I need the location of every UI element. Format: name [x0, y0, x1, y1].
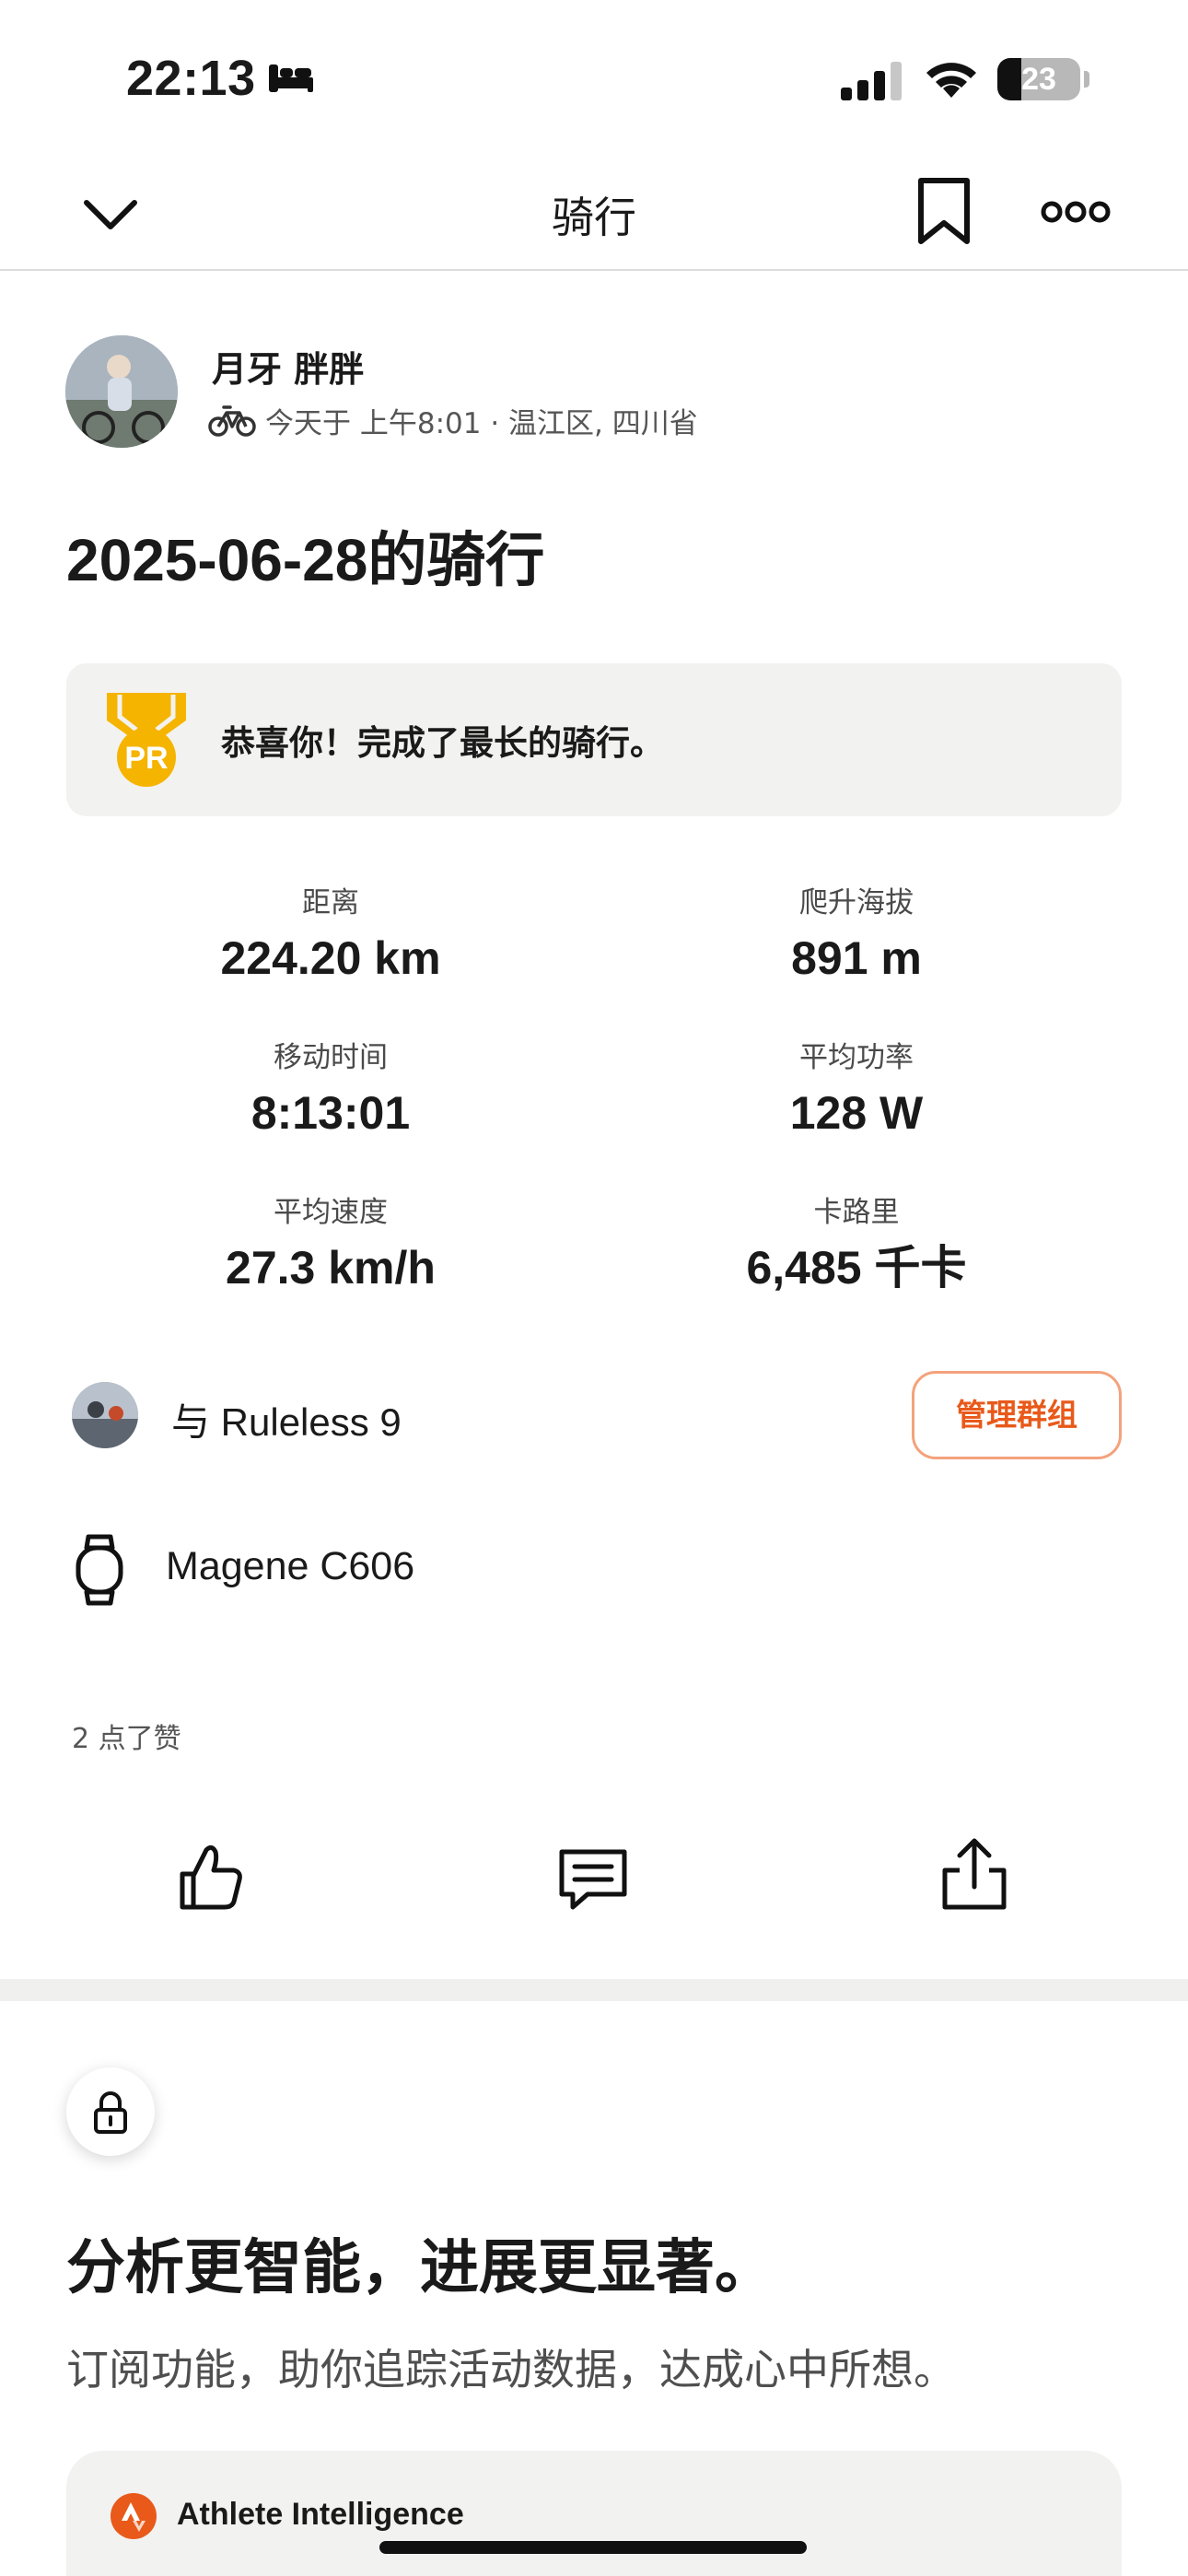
cellular-signal-icon [841, 62, 902, 100]
manage-group-button[interactable]: 管理群组 [912, 1371, 1122, 1459]
battery-level: 23 [1021, 62, 1056, 97]
group-photo [72, 1382, 138, 1448]
wifi-icon [926, 63, 976, 98]
watch-icon [76, 1534, 123, 1606]
stat-elevation: 爬升海拔 891 m [608, 883, 1105, 988]
avatar[interactable] [65, 335, 178, 448]
device-name[interactable]: Magene C606 [166, 1544, 414, 1589]
stat-value: 27.3 km/h [226, 1242, 436, 1294]
stat-value: 891 m [791, 932, 922, 984]
stat-value: 128 W [789, 1087, 924, 1139]
stat-label: 平均速度 [274, 1196, 388, 1229]
activity-title: 2025-06-28的骑行 [66, 527, 545, 593]
group-avatar[interactable] [72, 1382, 138, 1448]
bookmark-icon[interactable] [915, 177, 973, 245]
athlete-name[interactable]: 月牙 胖胖 [212, 341, 364, 392]
comment-icon[interactable] [556, 1843, 630, 1916]
avatar-photo [65, 335, 178, 448]
like-icon[interactable] [175, 1841, 249, 1914]
stat-avg-speed: 平均速度 27.3 km/h [82, 1192, 579, 1297]
strava-logo-icon [111, 2493, 157, 2539]
stat-label: 卡路里 [813, 1196, 900, 1229]
promo-heading: 分析更智能，进展更显著。 [66, 2234, 774, 2302]
pr-banner[interactable]: PR 恭喜你！完成了最长的骑行。 [66, 663, 1122, 816]
more-icon[interactable] [1041, 193, 1111, 230]
athlete-intelligence-card[interactable]: Athlete Intelligence [66, 2451, 1122, 2576]
stat-avg-power: 平均功率 128 W [608, 1037, 1105, 1142]
page-title: 骑行 [552, 193, 636, 242]
section-divider [0, 1979, 1188, 2001]
stat-value: 6,485 千卡 [746, 1242, 967, 1294]
stat-calories: 卡路里 6,485 千卡 [608, 1192, 1105, 1297]
stat-label: 距离 [302, 886, 359, 919]
status-bar: 22:13 23 [0, 0, 1188, 157]
stat-label: 移动时间 [274, 1041, 388, 1074]
battery-cap [1084, 71, 1089, 88]
home-indicator [379, 2541, 807, 2554]
feature-title: Athlete Intelligence [177, 2497, 464, 2532]
battery-icon: 23 [997, 58, 1080, 100]
stat-label: 爬升海拔 [799, 886, 914, 919]
lock-badge [66, 2067, 155, 2156]
nav-bar: 骑行 [0, 157, 1188, 271]
bike-icon [208, 405, 256, 437]
stat-value: 8:13:01 [250, 1087, 411, 1139]
stat-value: 224.20 km [220, 932, 441, 984]
stat-distance: 距离 224.20 km [82, 883, 579, 988]
promo-subtext: 订阅功能，助你追踪活动数据，达成心中所想。 [66, 2345, 956, 2395]
sleep-focus-icon [269, 64, 313, 92]
stat-moving-time: 移动时间 8:13:01 [82, 1037, 579, 1142]
status-time: 22:13 [126, 51, 256, 106]
group-label[interactable]: 与 Ruleless 9 [171, 1391, 402, 1447]
lock-icon [94, 2091, 127, 2134]
pr-medal-text: PR [124, 741, 168, 776]
stat-label: 平均功率 [799, 1041, 914, 1074]
kudos-count[interactable]: 2 点了赞 [72, 1715, 181, 1756]
pr-message: 恭喜你！完成了最长的骑行。 [221, 723, 664, 763]
pr-medal-icon: PR [107, 693, 186, 787]
activity-meta: 今天于 上午8:01 · 温江区, 四川省 [265, 407, 698, 440]
share-icon[interactable] [938, 1837, 1011, 1911]
